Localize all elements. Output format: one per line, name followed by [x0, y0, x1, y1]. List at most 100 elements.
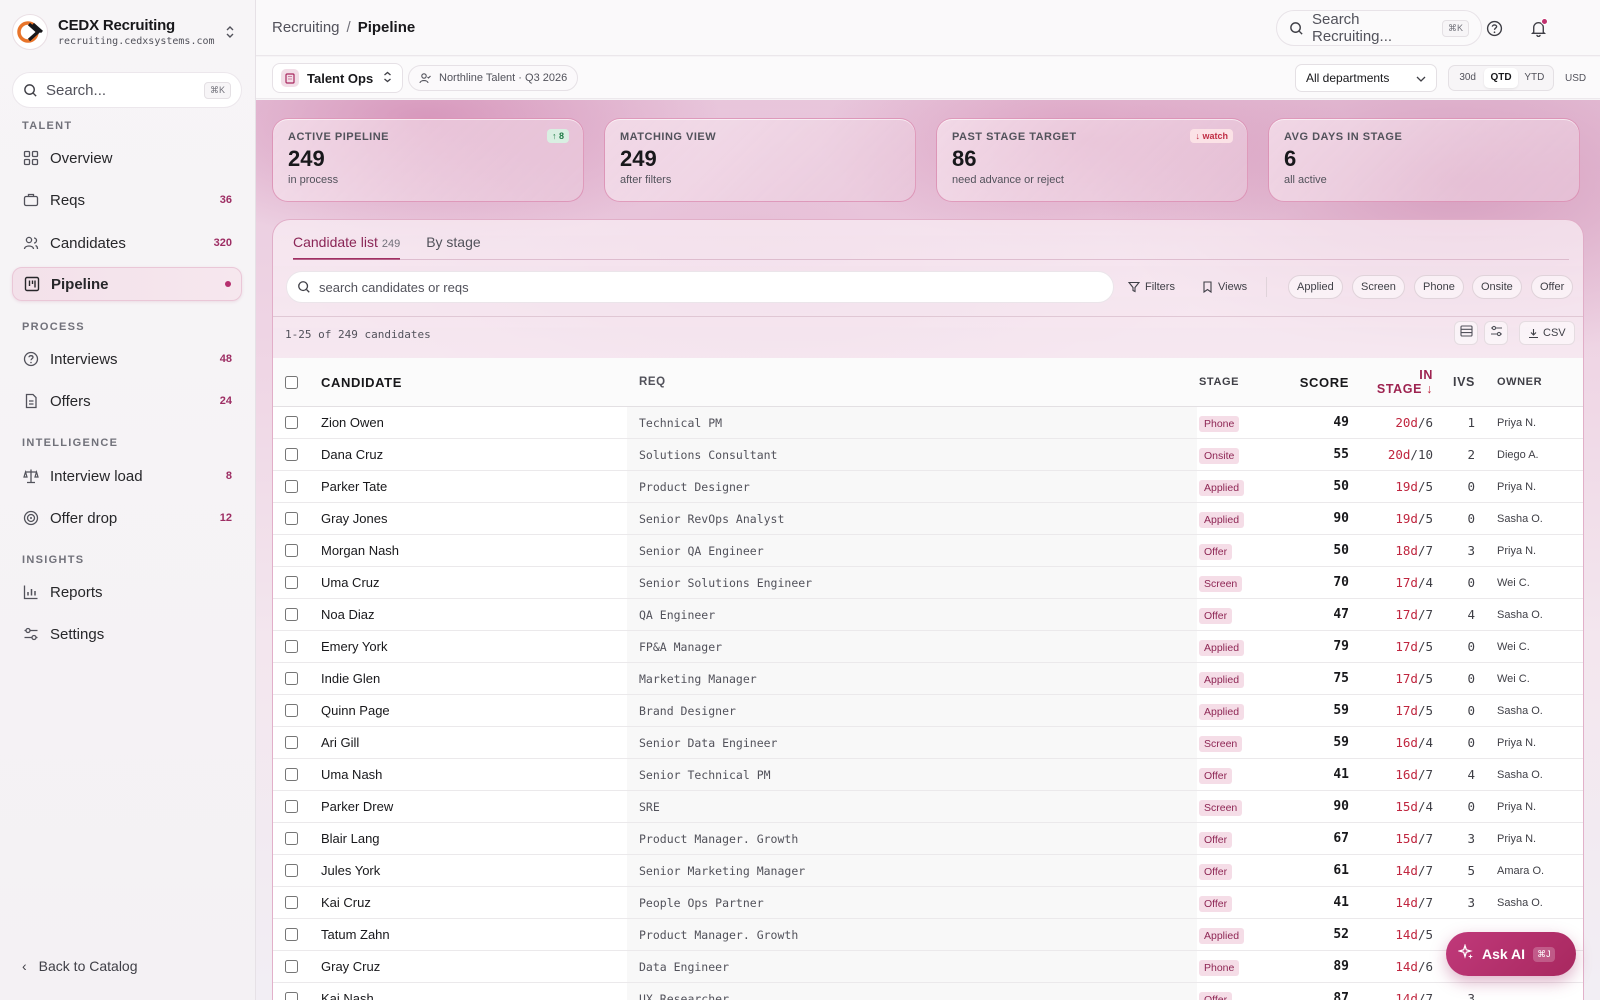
- row-checkbox[interactable]: [285, 640, 298, 653]
- sidebar-item-interview-load[interactable]: Interview load 8: [12, 459, 242, 493]
- sidebar-item-candidates[interactable]: Candidates 320: [12, 226, 242, 260]
- stage-chip-phone[interactable]: Phone: [1414, 275, 1464, 299]
- candidate-name[interactable]: Dana Cruz: [309, 439, 627, 470]
- row-checkbox[interactable]: [285, 480, 298, 493]
- breadcrumb-parent[interactable]: Recruiting: [272, 19, 340, 36]
- stage-chip-offer[interactable]: Offer: [1531, 275, 1574, 299]
- row-checkbox[interactable]: [285, 512, 298, 525]
- table-row[interactable]: Parker Tate Product Designer Applied 50 19d/…: [273, 471, 1583, 503]
- candidate-search-input[interactable]: search candidates or reqs: [286, 271, 1114, 303]
- row-checkbox[interactable]: [285, 800, 298, 813]
- sidebar-item-overview[interactable]: Overview: [12, 141, 242, 175]
- req-title[interactable]: Senior RevOps Analyst: [627, 503, 1197, 534]
- candidate-name[interactable]: Jules York: [309, 855, 627, 886]
- col-req[interactable]: REQ: [627, 376, 1197, 388]
- table-row[interactable]: Dana Cruz Solutions Consultant Onsite 55 20d…: [273, 439, 1583, 471]
- table-row[interactable]: Kai Nash UX Researcher Offer 87 14d/7 3: [273, 983, 1583, 1000]
- req-title[interactable]: Marketing Manager: [627, 663, 1197, 694]
- tab-by-stage[interactable]: By stage: [426, 234, 480, 260]
- row-checkbox[interactable]: [285, 576, 298, 589]
- candidate-name[interactable]: Noa Diaz: [309, 599, 627, 630]
- col-candidate[interactable]: CANDIDATE: [309, 358, 627, 406]
- row-checkbox[interactable]: [285, 896, 298, 909]
- candidate-name[interactable]: Tatum Zahn: [309, 919, 627, 950]
- row-checkbox[interactable]: [285, 608, 298, 621]
- sidebar-item-settings[interactable]: Settings: [12, 617, 242, 651]
- req-title[interactable]: Product Manager. Growth: [627, 823, 1197, 854]
- views-button[interactable]: Views: [1195, 275, 1254, 299]
- table-row[interactable]: Jules York Senior Marketing Manager Offer 6…: [273, 855, 1583, 887]
- row-checkbox[interactable]: [285, 928, 298, 941]
- row-checkbox[interactable]: [285, 704, 298, 717]
- candidate-name[interactable]: Gray Cruz: [309, 951, 627, 982]
- req-title[interactable]: Senior Data Engineer: [627, 727, 1197, 758]
- range-option-30d[interactable]: 30d: [1451, 68, 1484, 88]
- candidate-name[interactable]: Uma Nash: [309, 759, 627, 790]
- select-all-checkbox[interactable]: [285, 375, 298, 389]
- sidebar-search-input[interactable]: Search... ⌘K: [12, 72, 242, 108]
- candidate-name[interactable]: Ari Gill: [309, 727, 627, 758]
- row-checkbox[interactable]: [285, 544, 298, 557]
- req-title[interactable]: Senior Technical PM: [627, 759, 1197, 790]
- tab-candidate-list[interactable]: Candidate list 249: [293, 234, 401, 260]
- chevron-up-down-icon[interactable]: [220, 22, 240, 42]
- req-title[interactable]: Brand Designer: [627, 695, 1197, 726]
- stage-chip-applied[interactable]: Applied: [1288, 275, 1343, 299]
- req-title[interactable]: Product Manager. Growth: [627, 919, 1197, 950]
- row-checkbox[interactable]: [285, 672, 298, 685]
- table-row[interactable]: Parker Drew SRE Screen 90 15d/4 0 Priya N.: [273, 791, 1583, 823]
- table-row[interactable]: Gray Cruz Data Engineer Phone 89 14d/6: [273, 951, 1583, 983]
- row-checkbox[interactable]: [285, 768, 298, 781]
- table-row[interactable]: Emery York FP&A Manager Applied 79 17d/5 0 Wei…: [273, 631, 1583, 663]
- col-in-stage[interactable]: IN STAGE ↓: [1351, 368, 1433, 396]
- range-option-qtd[interactable]: QTD: [1484, 68, 1518, 88]
- stage-chip-onsite[interactable]: Onsite: [1472, 275, 1522, 299]
- req-title[interactable]: Senior QA Engineer: [627, 535, 1197, 566]
- columns-settings-button[interactable]: [1484, 321, 1508, 345]
- sidebar-item-offers[interactable]: Offers 24: [12, 384, 242, 418]
- help-icon[interactable]: [1484, 18, 1504, 38]
- candidate-name[interactable]: Indie Glen: [309, 663, 627, 694]
- range-option-ytd[interactable]: YTD: [1518, 68, 1551, 88]
- row-checkbox[interactable]: [285, 992, 298, 1000]
- org-period-pill[interactable]: Northline Talent · Q3 2026: [408, 65, 579, 91]
- row-checkbox[interactable]: [285, 832, 298, 845]
- ask-ai-button[interactable]: Ask AI ⌘J: [1446, 932, 1576, 976]
- req-title[interactable]: Senior Marketing Manager: [627, 855, 1197, 886]
- candidate-name[interactable]: Parker Tate: [309, 471, 627, 502]
- candidate-name[interactable]: Gray Jones: [309, 503, 627, 534]
- candidate-name[interactable]: Blair Lang: [309, 823, 627, 854]
- req-title[interactable]: Senior Solutions Engineer: [627, 567, 1197, 598]
- col-stage[interactable]: STAGE: [1197, 376, 1269, 388]
- table-row[interactable]: Tatum Zahn Product Manager. Growth Applied…: [273, 919, 1583, 951]
- table-row[interactable]: Gray Jones Senior RevOps Analyst Applied 90…: [273, 503, 1583, 535]
- col-ivs[interactable]: IVS: [1433, 375, 1483, 389]
- table-row[interactable]: Uma Nash Senior Technical PM Offer 41 16d/7 4…: [273, 759, 1583, 791]
- back-to-catalog-link[interactable]: ‹ Back to Catalog: [22, 958, 138, 974]
- req-title[interactable]: QA Engineer: [627, 599, 1197, 630]
- table-row[interactable]: Quinn Page Brand Designer Applied 59 17d/5 0 S…: [273, 695, 1583, 727]
- sidebar-item-reports[interactable]: Reports: [12, 575, 242, 609]
- sidebar-item-interviews[interactable]: Interviews 48: [12, 342, 242, 376]
- req-title[interactable]: Product Designer: [627, 471, 1197, 502]
- row-checkbox[interactable]: [285, 416, 298, 429]
- department-select[interactable]: All departments: [1295, 64, 1437, 92]
- candidate-name[interactable]: Zion Owen: [309, 407, 627, 438]
- table-row[interactable]: Morgan Nash Senior QA Engineer Offer 50 18d/…: [273, 535, 1583, 567]
- density-toggle-button[interactable]: [1454, 321, 1478, 345]
- col-owner[interactable]: OWNER: [1483, 376, 1575, 388]
- table-row[interactable]: Noa Diaz QA Engineer Offer 47 17d/7 4 Sasha O.: [273, 599, 1583, 631]
- workspace-selector[interactable]: Talent Ops: [272, 63, 404, 93]
- table-row[interactable]: Blair Lang Product Manager. Growth Offer 67…: [273, 823, 1583, 855]
- filters-button[interactable]: Filters: [1121, 275, 1182, 299]
- row-checkbox[interactable]: [285, 960, 298, 973]
- req-title[interactable]: SRE: [627, 791, 1197, 822]
- req-title[interactable]: People Ops Partner: [627, 887, 1197, 918]
- stage-chip-screen[interactable]: Screen: [1352, 275, 1405, 299]
- col-score[interactable]: SCORE: [1269, 375, 1351, 390]
- req-title[interactable]: Solutions Consultant: [627, 439, 1197, 470]
- currency-label[interactable]: USD: [1565, 73, 1586, 84]
- req-title[interactable]: UX Researcher: [627, 983, 1197, 1000]
- global-search-input[interactable]: Search Recruiting... ⌘K: [1276, 10, 1482, 46]
- candidate-name[interactable]: Morgan Nash: [309, 535, 627, 566]
